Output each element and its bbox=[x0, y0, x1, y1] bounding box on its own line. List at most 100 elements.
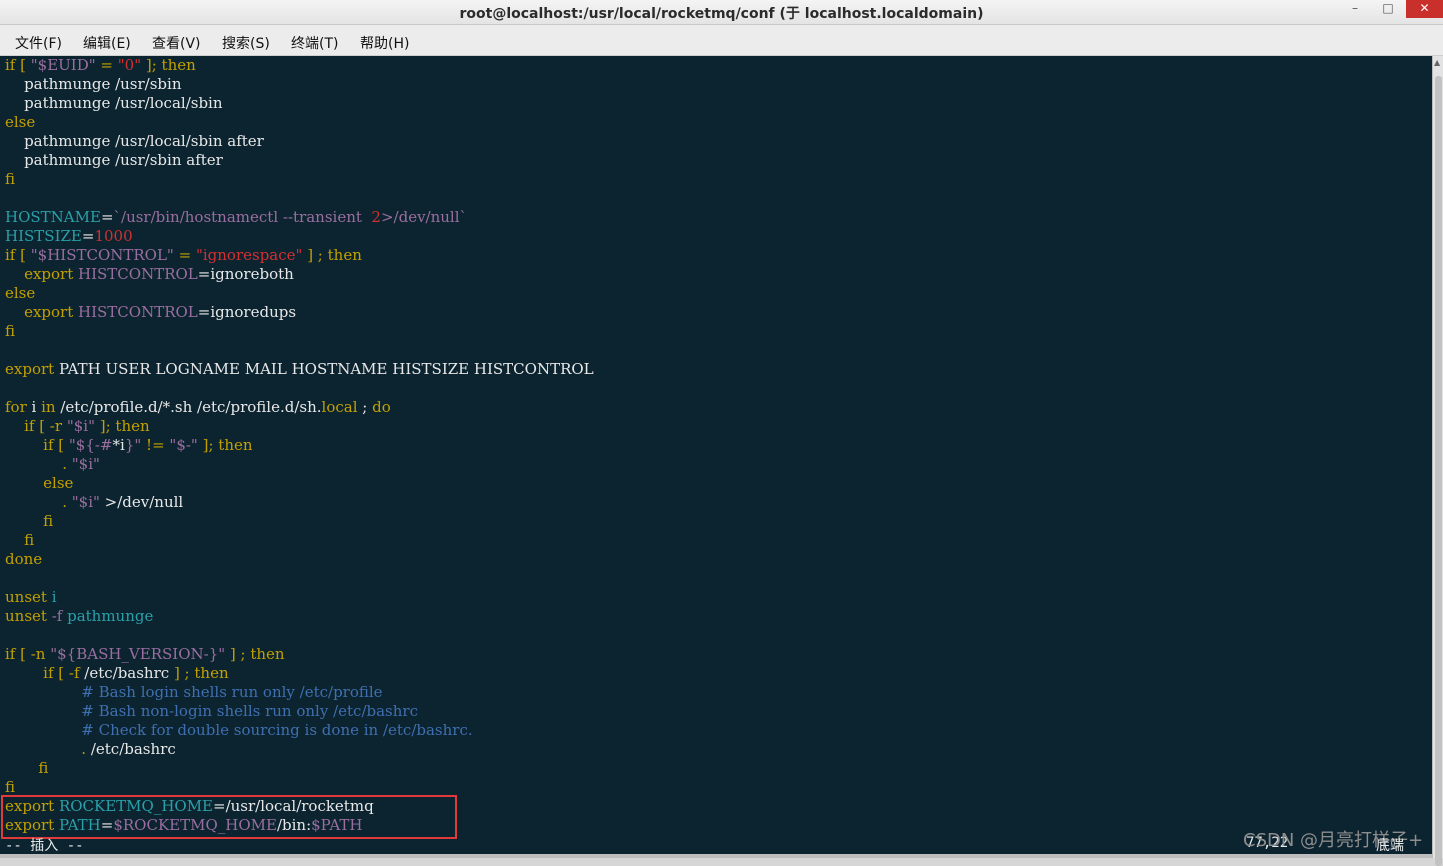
code-token: . bbox=[5, 493, 72, 511]
menu-search[interactable]: 搜索(S) bbox=[222, 33, 270, 53]
code-token: "$i" bbox=[71, 493, 100, 511]
code-token: unset bbox=[5, 607, 52, 625]
code-token: /etc/bashrc bbox=[90, 740, 176, 758]
menu-terminal[interactable]: 终端(T) bbox=[291, 33, 338, 53]
editor-line: if [ -r "$i" ]; then bbox=[5, 417, 150, 436]
code-token: fi bbox=[5, 512, 54, 530]
editor-line: if [ -n "${BASH_VERSION-}" ] ; then bbox=[5, 645, 285, 664]
close-icon[interactable]: ✕ bbox=[1406, 0, 1443, 18]
code-token: fi bbox=[5, 759, 49, 777]
editor-line: export HISTCONTROL=ignoredups bbox=[5, 303, 296, 322]
highlight-box bbox=[1, 795, 457, 839]
code-token: pathmunge /usr/local/sbin bbox=[5, 94, 223, 112]
code-token: ] ; then bbox=[225, 645, 285, 663]
code-token: fi bbox=[5, 322, 16, 340]
code-token: "${-# bbox=[68, 436, 113, 454]
editor-line: fi bbox=[5, 531, 34, 550]
code-token: export bbox=[5, 303, 79, 321]
scrollbar-thumb[interactable] bbox=[1435, 76, 1442, 866]
code-token: "0" bbox=[117, 56, 142, 74]
menu-view[interactable]: 查看(V) bbox=[152, 33, 201, 53]
code-token: pathmunge /usr/local/sbin after bbox=[5, 132, 264, 150]
terminal-editor[interactable]: if [ "$EUID" = "0" ]; then pathmunge /us… bbox=[0, 56, 1432, 858]
code-token: ]; then bbox=[94, 417, 150, 435]
code-token: "$i" bbox=[71, 455, 100, 473]
minimize-icon[interactable]: – bbox=[1340, 0, 1370, 18]
terminal-scrollbar[interactable]: ▲ bbox=[1432, 56, 1443, 866]
code-token: 1000 bbox=[94, 227, 133, 245]
editor-line: # Check for double sourcing is done in /… bbox=[5, 721, 473, 740]
scroll-up-icon[interactable]: ▲ bbox=[1434, 58, 1440, 67]
code-token: "$-" bbox=[169, 436, 198, 454]
window-titlebar: root@localhost:/usr/local/rocketmq/conf … bbox=[0, 0, 1443, 25]
editor-line: HISTSIZE=1000 bbox=[5, 227, 133, 246]
window-title: root@localhost:/usr/local/rocketmq/conf … bbox=[459, 6, 984, 22]
code-token: if [ -r bbox=[5, 417, 67, 435]
code-token: =ignoredups bbox=[197, 303, 297, 321]
code-token: >/dev/null bbox=[99, 493, 184, 511]
menu-edit[interactable]: 编辑(E) bbox=[83, 33, 131, 53]
code-token: if [ bbox=[5, 436, 69, 454]
code-token: . bbox=[5, 740, 91, 758]
code-token: /etc/bashrc bbox=[84, 664, 170, 682]
editor-line: pathmunge /usr/sbin after bbox=[5, 151, 223, 170]
scroll-position: 底端 bbox=[1376, 838, 1404, 854]
code-token: }" bbox=[124, 436, 142, 454]
menu-file[interactable]: 文件(F) bbox=[15, 33, 62, 53]
menubar: 文件(F) 编辑(E) 查看(V) 搜索(S) 终端(T) 帮助(H) bbox=[0, 25, 1443, 56]
code-token: local bbox=[321, 398, 358, 416]
code-token: else bbox=[5, 113, 36, 131]
editor-line: fi bbox=[5, 759, 48, 778]
code-token: fi bbox=[5, 531, 35, 549]
code-token: if [ -n bbox=[5, 645, 51, 663]
editor-line: unset i bbox=[5, 588, 57, 607]
code-token: /etc/profile.d/*.sh /etc/profile.d/sh. bbox=[60, 398, 322, 416]
code-token: = bbox=[173, 246, 196, 264]
code-token: 2 bbox=[371, 208, 381, 226]
code-token: export bbox=[5, 265, 79, 283]
editor-line: export PATH USER LOGNAME MAIL HOSTNAME H… bbox=[5, 360, 594, 379]
code-token: = bbox=[100, 208, 114, 226]
editor-line: else bbox=[5, 474, 73, 493]
editor-line: . "$i" >/dev/null bbox=[5, 493, 183, 512]
editor-line: fi bbox=[5, 322, 15, 341]
code-token: "${BASH_VERSION-}" bbox=[50, 645, 226, 663]
code-token: pathmunge bbox=[62, 607, 154, 625]
editor-line: else bbox=[5, 284, 35, 303]
editor-line: HOSTNAME=`/usr/bin/hostnamectl --transie… bbox=[5, 208, 467, 227]
code-token: ] ; then bbox=[169, 664, 229, 682]
editor-line: . "$i" bbox=[5, 455, 100, 474]
code-token: ; bbox=[357, 398, 373, 416]
editor-line: if [ "$EUID" = "0" ]; then bbox=[5, 56, 196, 75]
editor-line: if [ "$HISTCONTROL" = "ignorespace" ] ; … bbox=[5, 246, 362, 265]
code-token: else bbox=[5, 474, 74, 492]
code-token: for bbox=[5, 398, 32, 416]
editor-line: # Bash non-login shells run only /etc/ba… bbox=[5, 702, 418, 721]
editor-line: fi bbox=[5, 512, 53, 531]
code-token: ]; then bbox=[197, 436, 253, 454]
code-token: # Check for double sourcing is done in /… bbox=[5, 721, 473, 739]
code-token: i bbox=[51, 588, 57, 606]
editor-line: for i in /etc/profile.d/*.sh /etc/profil… bbox=[5, 398, 391, 417]
maximize-icon[interactable]: □ bbox=[1373, 0, 1403, 18]
code-token: != bbox=[141, 436, 170, 454]
code-token: "ignorespace" bbox=[195, 246, 303, 264]
menu-help[interactable]: 帮助(H) bbox=[360, 33, 409, 53]
editor-line: if [ "${-#*i}" != "$-" ]; then bbox=[5, 436, 253, 455]
code-token: fi bbox=[5, 170, 16, 188]
editor-line: unset -f pathmunge bbox=[5, 607, 153, 626]
code-token: # Bash login shells run only /etc/profil… bbox=[5, 683, 383, 701]
editor-line: pathmunge /usr/local/sbin after bbox=[5, 132, 264, 151]
code-token: = bbox=[81, 227, 95, 245]
editor-line: export HISTCONTROL=ignoreboth bbox=[5, 265, 294, 284]
vim-mode-indicator: -- 插入 -- bbox=[5, 838, 84, 854]
code-token: else bbox=[5, 284, 36, 302]
code-token: if [ bbox=[5, 56, 31, 74]
code-token: *i bbox=[112, 436, 125, 454]
editor-line: fi bbox=[5, 170, 15, 189]
code-token: =ignoreboth bbox=[197, 265, 294, 283]
code-token: -f bbox=[51, 607, 63, 625]
editor-line: done bbox=[5, 550, 42, 569]
bottom-strip bbox=[0, 854, 1432, 858]
code-token: "$i" bbox=[66, 417, 95, 435]
